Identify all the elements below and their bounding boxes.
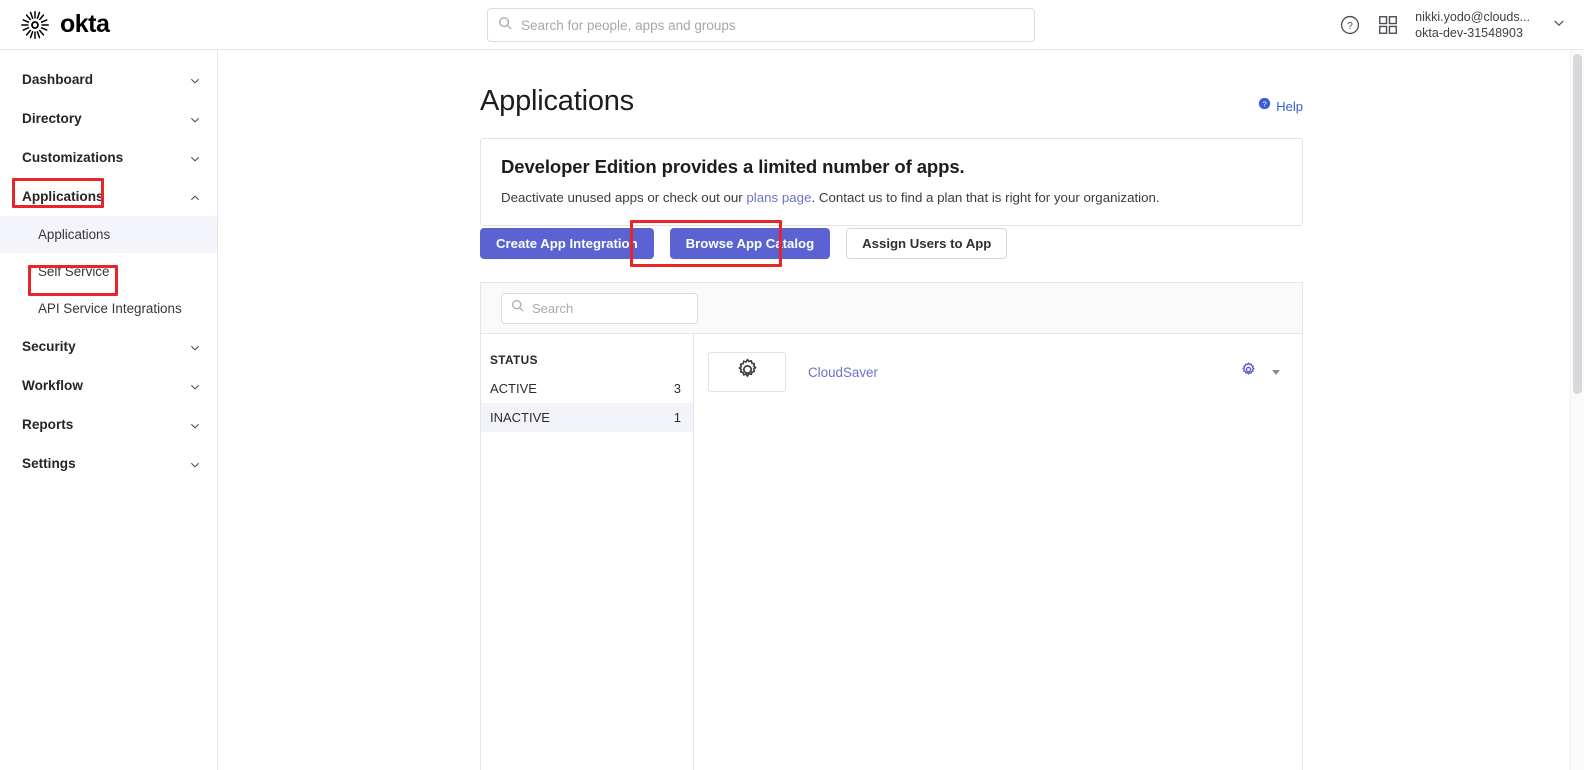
svg-text:?: ? bbox=[1263, 99, 1267, 108]
okta-wordmark: okta bbox=[60, 10, 109, 39]
sidebar-item-settings[interactable]: Settings bbox=[0, 444, 217, 483]
app-search-placeholder: Search bbox=[532, 301, 573, 316]
question-circle-icon[interactable]: ? bbox=[1339, 14, 1361, 36]
chevron-down-icon[interactable] bbox=[1552, 16, 1566, 35]
sidebar-item-label: Directory bbox=[22, 111, 82, 126]
sidebar-item-label: Reports bbox=[22, 417, 73, 432]
sidebar-item-applications[interactable]: Applications bbox=[0, 177, 217, 216]
global-search-placeholder: Search for people, apps and groups bbox=[521, 18, 736, 33]
svg-text:?: ? bbox=[1347, 21, 1353, 32]
assign-users-to-app-button[interactable]: Assign Users to App bbox=[846, 228, 1007, 259]
action-button-row: Create App Integration Browse App Catalo… bbox=[480, 228, 1007, 259]
status-filter-count: 1 bbox=[674, 410, 681, 425]
sidebar-item-label: Workflow bbox=[22, 378, 83, 393]
list-item: CloudSaver bbox=[694, 348, 1302, 396]
status-filter-label: INACTIVE bbox=[490, 410, 550, 425]
app-name-link[interactable]: CloudSaver bbox=[808, 365, 878, 380]
chevron-down-icon bbox=[189, 113, 201, 125]
sidebar-subitem-applications[interactable]: Applications bbox=[0, 216, 217, 253]
developer-edition-banner: Developer Edition provides a limited num… bbox=[480, 138, 1303, 226]
chevron-down-icon bbox=[189, 152, 201, 164]
sidebar-item-workflow[interactable]: Workflow bbox=[0, 366, 217, 405]
page-header: Applications ? Help bbox=[480, 85, 1303, 118]
status-filter-inactive[interactable]: INACTIVE 1 bbox=[481, 403, 693, 432]
banner-description: Deactivate unused apps or check out our … bbox=[501, 188, 1282, 207]
status-filter-active[interactable]: ACTIVE 3 bbox=[481, 374, 693, 403]
sidebar-navigation: Dashboard Directory Customizations Appli… bbox=[0, 50, 218, 770]
sidebar-item-label: Settings bbox=[22, 456, 76, 471]
okta-sunburst-icon bbox=[20, 10, 50, 40]
status-filter-header: STATUS bbox=[481, 346, 693, 374]
sidebar-item-reports[interactable]: Reports bbox=[0, 405, 217, 444]
main-content: Applications ? Help Developer Edition pr… bbox=[219, 50, 1576, 770]
help-label: Help bbox=[1276, 99, 1303, 114]
search-icon bbox=[511, 299, 524, 317]
page-title: Applications bbox=[480, 85, 634, 118]
plans-page-link[interactable]: plans page bbox=[746, 190, 811, 205]
create-app-integration-button[interactable]: Create App Integration bbox=[480, 228, 654, 259]
browse-app-catalog-button[interactable]: Browse App Catalog bbox=[670, 228, 830, 259]
sidebar-subitem-label: API Service Integrations bbox=[38, 301, 182, 316]
sidebar-subitem-label: Applications bbox=[38, 227, 110, 242]
sidebar-subitem-self-service[interactable]: Self Service bbox=[0, 253, 217, 290]
sidebar-item-label: Customizations bbox=[22, 150, 123, 165]
banner-text-before: Deactivate unused apps or check out our bbox=[501, 190, 746, 205]
applications-list-panel: Search STATUS ACTIVE 3 INACTIVE 1 bbox=[480, 282, 1303, 770]
user-account-menu[interactable]: nikki.yodo@clouds... okta-dev-31548903 bbox=[1415, 9, 1530, 41]
app-logo-box bbox=[708, 352, 786, 392]
sidebar-item-dashboard[interactable]: Dashboard bbox=[0, 60, 217, 99]
chevron-down-icon bbox=[189, 380, 201, 392]
info-circle-icon: ? bbox=[1258, 97, 1271, 115]
app-row-actions bbox=[1241, 362, 1280, 382]
gear-icon[interactable] bbox=[1241, 362, 1256, 382]
apps-grid-icon[interactable] bbox=[1377, 14, 1399, 36]
topbar-right-controls: ? nikki.yodo@clouds... okta-dev-31548903 bbox=[1339, 0, 1566, 50]
panel-body: STATUS ACTIVE 3 INACTIVE 1 bbox=[481, 334, 1302, 770]
sidebar-item-label: Applications bbox=[22, 189, 104, 204]
page-scrollbar-thumb[interactable] bbox=[1573, 54, 1582, 394]
panel-search-bar: Search bbox=[481, 283, 1302, 334]
sidebar-subitem-api-service-integrations[interactable]: API Service Integrations bbox=[0, 290, 217, 327]
help-link[interactable]: ? Help bbox=[1258, 97, 1303, 115]
chevron-down-icon bbox=[189, 458, 201, 470]
top-navigation-bar: okta Search for people, apps and groups … bbox=[0, 0, 1584, 50]
caret-down-icon[interactable] bbox=[1272, 370, 1280, 375]
global-search-input[interactable]: Search for people, apps and groups bbox=[487, 8, 1035, 42]
chevron-down-icon bbox=[189, 419, 201, 431]
status-filter-label: ACTIVE bbox=[490, 381, 537, 396]
status-filter-column: STATUS ACTIVE 3 INACTIVE 1 bbox=[481, 334, 694, 770]
sidebar-item-security[interactable]: Security bbox=[0, 327, 217, 366]
gear-icon bbox=[736, 358, 759, 386]
chevron-down-icon bbox=[189, 341, 201, 353]
banner-text-after: . Contact us to find a plan that is righ… bbox=[811, 190, 1159, 205]
banner-title: Developer Edition provides a limited num… bbox=[501, 156, 1282, 178]
search-icon bbox=[498, 16, 512, 35]
status-filter-count: 3 bbox=[674, 381, 681, 396]
sidebar-item-customizations[interactable]: Customizations bbox=[0, 138, 217, 177]
sidebar-item-directory[interactable]: Directory bbox=[0, 99, 217, 138]
sidebar-item-label: Dashboard bbox=[22, 72, 93, 87]
chevron-down-icon bbox=[189, 74, 201, 86]
application-list: CloudSaver bbox=[694, 334, 1302, 770]
user-org: okta-dev-31548903 bbox=[1415, 25, 1530, 41]
sidebar-item-label: Security bbox=[22, 339, 76, 354]
sidebar-subitem-label: Self Service bbox=[38, 264, 109, 279]
user-email: nikki.yodo@clouds... bbox=[1415, 9, 1530, 25]
app-search-input[interactable]: Search bbox=[501, 293, 698, 324]
chevron-up-icon bbox=[189, 191, 201, 203]
okta-admin-console: okta Search for people, apps and groups … bbox=[0, 0, 1584, 770]
okta-logo[interactable]: okta bbox=[20, 10, 200, 40]
